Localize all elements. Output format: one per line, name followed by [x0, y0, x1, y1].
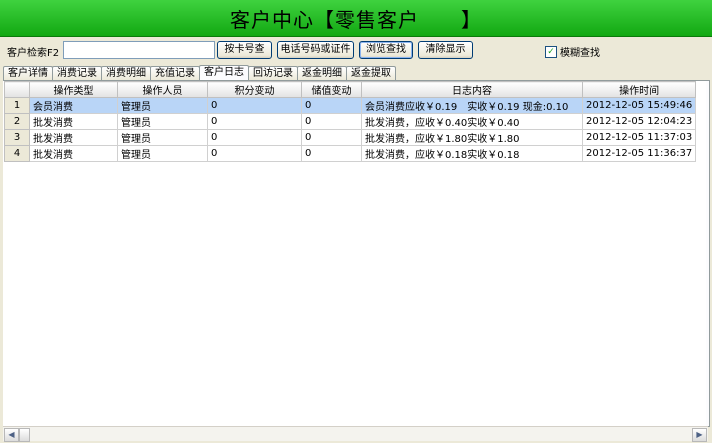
tab-rebate-withdrawal[interactable]: 返金提取	[346, 66, 396, 80]
fuzzy-search-option[interactable]: ✓ 模糊查找	[545, 44, 600, 59]
column-header-balance-change[interactable]: 储值变动	[301, 81, 362, 98]
tab-customer-details[interactable]: 客户详情	[3, 66, 53, 80]
row-number: 1	[4, 97, 30, 114]
tab-consumption-details[interactable]: 消费明细	[101, 66, 151, 80]
tab-consumption-records[interactable]: 消费记录	[52, 66, 102, 80]
cell-operation-type: 批发消费	[29, 129, 118, 146]
cell-balance-change: 0	[301, 97, 362, 114]
column-header-rownum	[4, 81, 30, 98]
row-number: 4	[4, 145, 30, 162]
cell-operation-type: 批发消费	[29, 145, 118, 162]
column-header-log-content[interactable]: 日志内容	[361, 81, 583, 98]
cell-operator: 管理员	[117, 145, 208, 162]
cell-operation-time: 2012-12-05 15:49:46	[581, 97, 697, 114]
tab-rebate-details[interactable]: 返金明细	[297, 66, 347, 80]
cell-balance-change: 0	[301, 145, 362, 162]
cell-log-content: 会员消费应收￥0.19 实收￥0.19 现金:0.10	[361, 97, 583, 114]
cell-points-change: 0	[207, 129, 302, 146]
cell-balance-change: 0	[301, 129, 362, 146]
cell-operation-time: 2012-12-05 11:37:03	[581, 129, 697, 146]
table-row[interactable]: 2 批发消费 管理员 0 0 批发消费，应收￥0.40实收￥0.40 2012-…	[4, 113, 697, 130]
title-banner: 客户中心【零售客户 】	[0, 0, 712, 37]
column-header-operator[interactable]: 操作人员	[117, 81, 208, 98]
cell-operator: 管理员	[117, 129, 208, 146]
customer-search-input[interactable]	[63, 41, 215, 59]
search-by-card-button[interactable]: 按卡号查	[217, 41, 272, 59]
scroll-left-icon[interactable]: ◀	[4, 428, 19, 442]
cell-log-content: 批发消费，应收￥0.18实收￥0.18	[361, 145, 583, 162]
log-table: 操作类型 操作人员 积分变动 储值变动 日志内容 操作时间 1 会员消费 管理员…	[4, 81, 697, 162]
row-number: 2	[4, 113, 30, 130]
browse-search-button[interactable]: 浏览查找	[359, 41, 413, 59]
cell-points-change: 0	[207, 113, 302, 130]
cell-log-content: 批发消费，应收￥1.80实收￥1.80	[361, 129, 583, 146]
fuzzy-search-label: 模糊查找	[560, 48, 600, 59]
cell-operation-time: 2012-12-05 12:04:23	[581, 113, 697, 130]
row-number: 3	[4, 129, 30, 146]
cell-points-change: 0	[207, 97, 302, 114]
customer-log-grid[interactable]: 操作类型 操作人员 积分变动 储值变动 日志内容 操作时间 1 会员消费 管理员…	[3, 81, 706, 426]
tab-customer-log[interactable]: 客户日志	[199, 65, 249, 80]
cell-operator: 管理员	[117, 97, 208, 114]
cell-points-change: 0	[207, 145, 302, 162]
column-header-points-change[interactable]: 积分变动	[207, 81, 302, 98]
table-header-row: 操作类型 操作人员 积分变动 储值变动 日志内容 操作时间	[4, 81, 697, 98]
column-header-operation-type[interactable]: 操作类型	[29, 81, 118, 98]
table-row[interactable]: 1 会员消费 管理员 0 0 会员消费应收￥0.19 实收￥0.19 现金:0.…	[4, 97, 697, 114]
scroll-right-icon[interactable]: ▶	[692, 428, 707, 442]
customer-search-label: 客户检索F2	[7, 48, 60, 59]
cell-operation-time: 2012-12-05 11:36:37	[581, 145, 697, 162]
fuzzy-search-checkbox[interactable]: ✓	[545, 45, 557, 58]
tab-bar: 客户详情 消费记录 消费明细 充值记录 客户日志 回访记录 返金明细 返金提取	[3, 65, 396, 80]
cell-operation-type: 会员消费	[29, 97, 118, 114]
tab-visit-records[interactable]: 回访记录	[248, 66, 298, 80]
table-row[interactable]: 3 批发消费 管理员 0 0 批发消费，应收￥1.80实收￥1.80 2012-…	[4, 129, 697, 146]
scrollbar-thumb[interactable]	[19, 428, 30, 442]
clear-display-button[interactable]: 清除显示	[418, 41, 473, 59]
search-by-phone-button[interactable]: 电话号码或证件	[277, 41, 354, 59]
cell-operator: 管理员	[117, 113, 208, 130]
column-header-operation-time[interactable]: 操作时间	[581, 81, 697, 98]
tab-recharge-records[interactable]: 充值记录	[150, 66, 200, 80]
cell-log-content: 批发消费，应收￥0.40实收￥0.40	[361, 113, 583, 130]
cell-balance-change: 0	[301, 113, 362, 130]
table-row[interactable]: 4 批发消费 管理员 0 0 批发消费，应收￥0.18实收￥0.18 2012-…	[4, 145, 697, 162]
horizontal-scrollbar[interactable]: ◀ ▶	[3, 426, 708, 442]
page-title: 客户中心【零售客户 】	[230, 8, 482, 32]
cell-operation-type: 批发消费	[29, 113, 118, 130]
